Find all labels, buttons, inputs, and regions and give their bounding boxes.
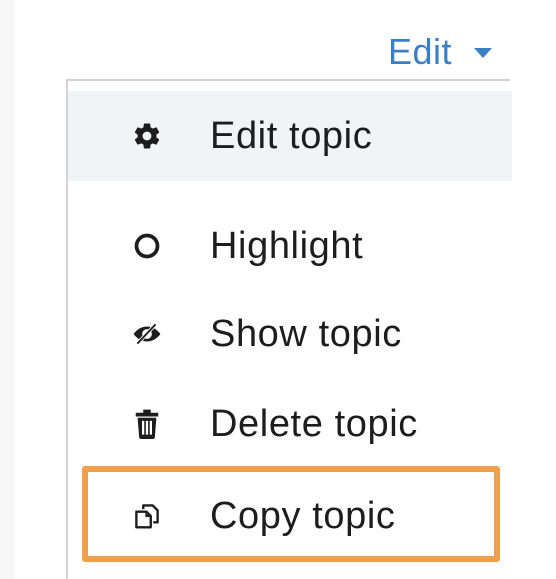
gear-icon [132,121,162,151]
menu-item-label: Highlight [210,224,364,267]
menu-item-highlight[interactable]: Highlight [68,201,512,291]
menu-item-label: Edit topic [210,114,373,157]
edit-menu-label: Edit [388,31,453,72]
copy-icon [132,501,162,531]
menu-item-delete-topic[interactable]: Delete topic [68,379,512,469]
page: Edit Edit topic Highlight Show topic Del… [0,0,556,579]
caret-down-icon [474,48,493,58]
menu-item-label: Show topic [210,312,402,355]
edit-dropdown-menu: Edit topic Highlight Show topic Delete t… [66,79,512,579]
menu-item-label: Delete topic [210,402,418,445]
eye-slash-icon [132,319,162,349]
menu-item-edit-topic[interactable]: Edit topic [68,91,512,181]
trash-icon [132,409,162,439]
menu-item-copy-topic[interactable]: Copy topic [68,471,512,561]
circle-outline-icon [132,231,162,261]
edit-menu-toggle[interactable]: Edit [388,26,493,78]
menu-item-show-topic[interactable]: Show topic [68,289,512,379]
menu-item-label: Copy topic [210,494,396,537]
